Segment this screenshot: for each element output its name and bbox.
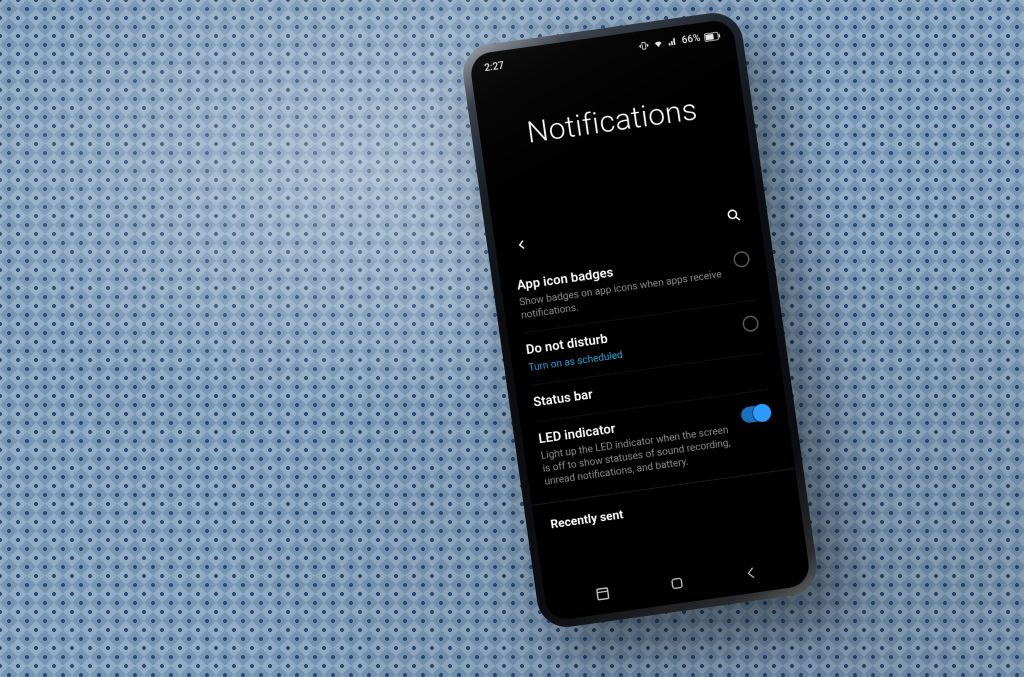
- page-title: Notifications: [525, 92, 700, 151]
- nav-recents-button[interactable]: [581, 581, 623, 606]
- search-button[interactable]: [722, 204, 745, 227]
- led-toggle[interactable]: [740, 403, 772, 423]
- page-header: Notifications: [468, 18, 755, 223]
- nav-back-button[interactable]: [730, 560, 772, 585]
- selector-circle-icon[interactable]: [733, 250, 751, 268]
- settings-list[interactable]: App icon badges Show badges on app icons…: [499, 234, 807, 588]
- nav-home-button[interactable]: [656, 571, 698, 596]
- back-button[interactable]: [510, 233, 533, 256]
- selector-circle-icon[interactable]: [742, 315, 760, 333]
